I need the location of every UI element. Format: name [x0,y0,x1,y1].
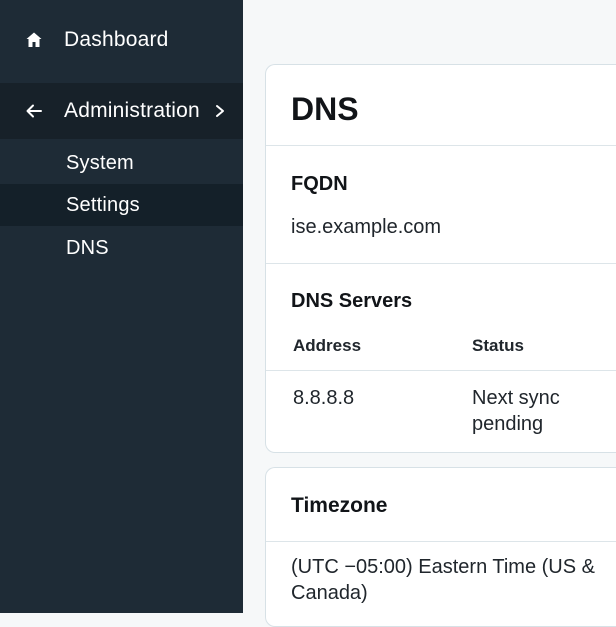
divider [266,370,616,371]
chevron-right-icon [213,101,227,121]
sidebar-item-label: Dashboard [64,28,169,51]
divider [266,263,616,264]
sidebar-item-administration[interactable]: Administration [0,83,243,139]
home-icon [24,30,44,50]
sidebar-subitem-system[interactable]: System [0,142,243,184]
arrow-left-icon[interactable] [24,101,44,121]
dns-servers-heading: DNS Servers [291,290,413,312]
fqdn-value: ise.example.com [291,216,442,238]
timezone-value: (UTC −05:00) Eastern Time (US & Canada) [291,556,595,604]
dns-server-address: 8.8.8.8 [293,387,355,409]
page-title: DNS [291,91,359,127]
divider [266,541,616,542]
timezone-card: Timezone (UTC −05:00) Eastern Time (US &… [265,467,616,627]
dns-card: DNS FQDN ise.example.com DNS Servers Add… [265,64,616,453]
timezone-heading: Timezone [291,494,388,517]
sidebar-subitem-dns[interactable]: DNS [0,227,243,269]
main-content: DNS FQDN ise.example.com DNS Servers Add… [243,0,616,627]
sidebar-item-dashboard[interactable]: Dashboard [0,18,243,62]
sidebar-item-label: Administration [64,99,200,122]
sidebar-subitem-settings[interactable]: Settings [0,184,243,226]
fqdn-heading: FQDN [291,173,348,195]
column-header-status: Status [472,336,524,355]
divider [266,145,616,146]
dns-server-status: Next sync pending [472,387,560,435]
column-header-address: Address [293,336,362,355]
sidebar: Dashboard Administration System Settings… [0,0,243,613]
